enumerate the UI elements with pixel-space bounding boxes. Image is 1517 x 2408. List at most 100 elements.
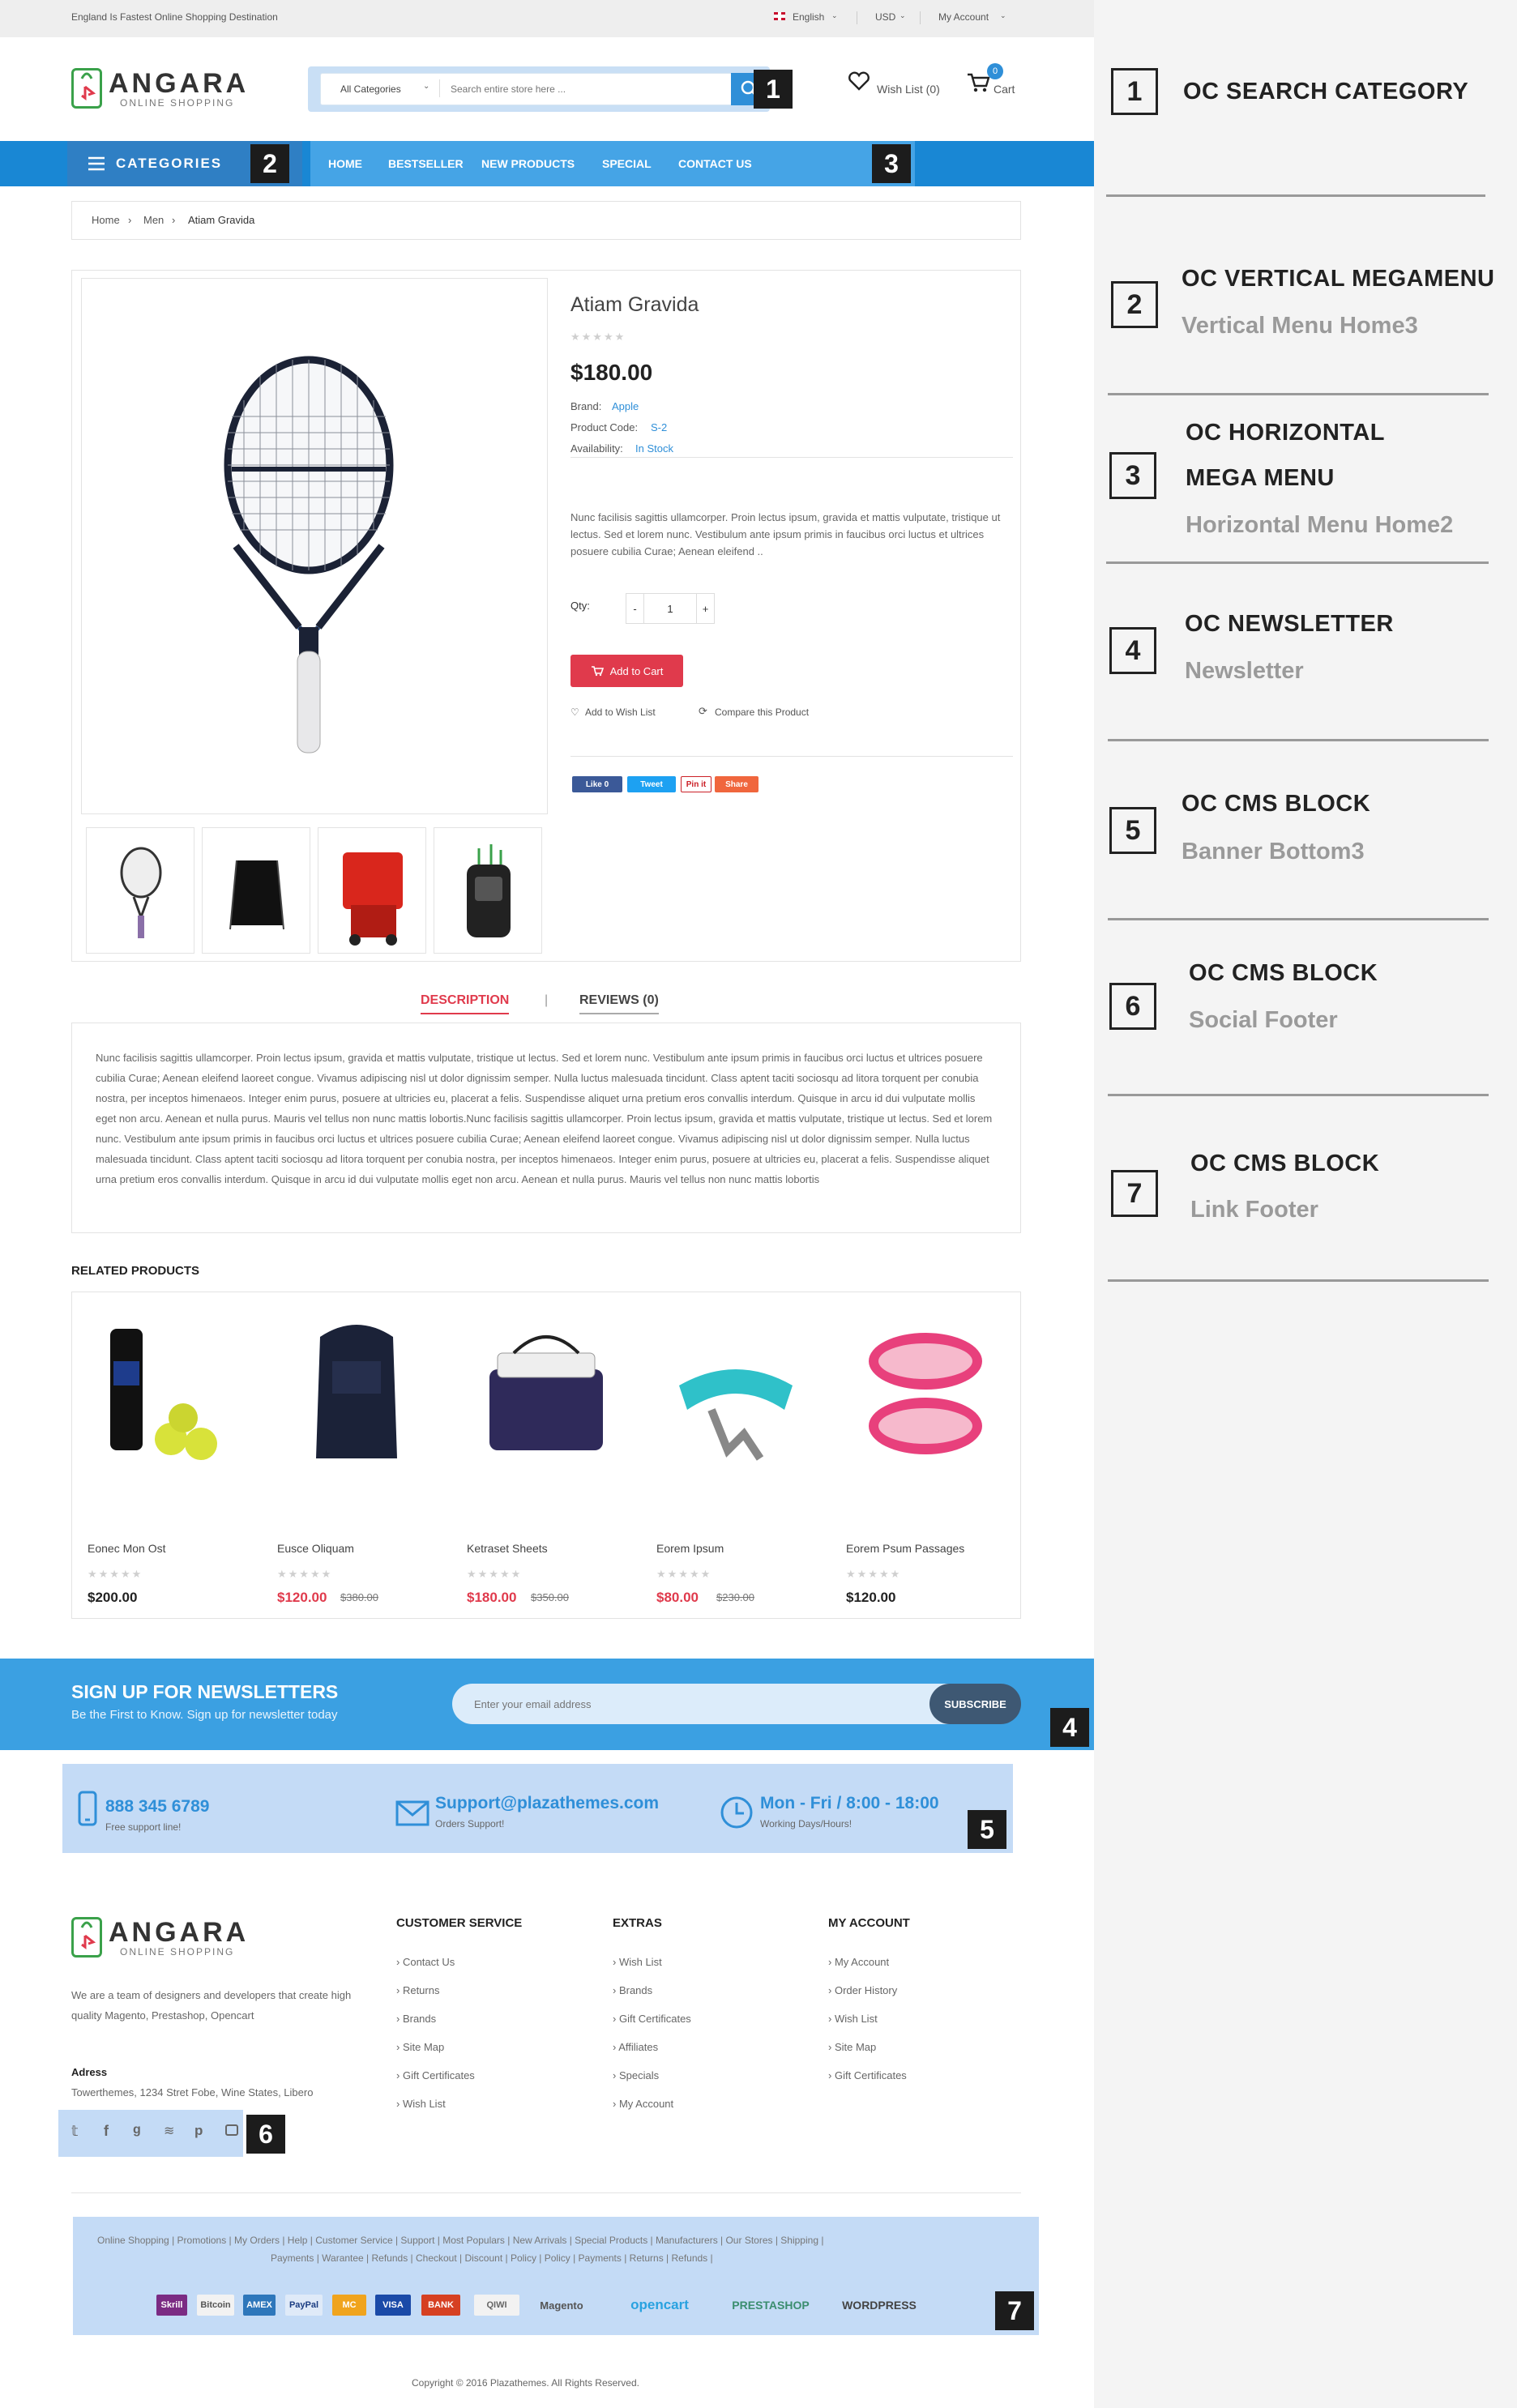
brand-label: Brand:	[570, 400, 602, 412]
subscribe-button[interactable]: SUBSCRIBE	[929, 1684, 1021, 1724]
ball-machine-icon	[343, 852, 403, 946]
related-product-name[interactable]: Eonec Mon Ost	[88, 1542, 166, 1555]
footer-link[interactable]: › Gift Certificates	[828, 2069, 907, 2081]
related-product-image[interactable]	[276, 1313, 438, 1475]
account-menu[interactable]: My Account	[938, 11, 989, 23]
nav-contact-us[interactable]: CONTACT US	[678, 157, 752, 170]
related-product-image[interactable]	[844, 1313, 1006, 1475]
google-plus-icon[interactable]: g	[133, 2123, 141, 2137]
cooler-bag-icon	[489, 1335, 603, 1450]
newsletter-email-input[interactable]	[474, 1692, 912, 1716]
footer-column-title: CUSTOMER SERVICE	[396, 1916, 523, 1930]
currency-select[interactable]: USD	[875, 11, 895, 23]
language-select[interactable]: English	[793, 11, 824, 23]
mail-icon	[395, 1800, 429, 1829]
divider	[570, 756, 1013, 757]
cart-icon[interactable]	[966, 71, 990, 96]
related-product-image[interactable]	[465, 1313, 627, 1475]
chevron-down-icon: ⌄	[831, 11, 838, 19]
logo-title[interactable]: ANGARA	[109, 68, 249, 100]
footer-link[interactable]: › Affiliates	[613, 2041, 658, 2053]
qiwi-logo: QIWI	[474, 2295, 519, 2316]
address-text: Towerthemes, 1234 Stret Fobe, Wine State…	[71, 2086, 314, 2098]
chevron-down-icon: ⌄	[423, 82, 430, 91]
amex-logo: AMEX	[243, 2295, 276, 2316]
pin-button[interactable]: Pin it	[681, 776, 711, 792]
footer-link[interactable]: › Brands	[396, 2013, 436, 2025]
related-product-name[interactable]: Eorem Ipsum	[656, 1542, 724, 1555]
share-button[interactable]: Share	[715, 776, 758, 792]
related-product-image[interactable]	[655, 1313, 817, 1475]
annotation-badge-3: 3	[872, 144, 911, 183]
nav-bestseller[interactable]: BESTSELLER	[388, 157, 464, 170]
rss-icon[interactable]: ≋	[164, 2123, 174, 2139]
tweet-button[interactable]: Tweet	[627, 776, 676, 792]
product-thumbnail[interactable]	[318, 827, 426, 954]
nav-home[interactable]: HOME	[328, 157, 362, 170]
footer-link[interactable]: › Wish List	[396, 2098, 446, 2110]
related-product-image[interactable]	[88, 1313, 250, 1475]
pinterest-icon[interactable]: p	[194, 2123, 203, 2139]
rating-stars: ★★★★★	[656, 1568, 712, 1580]
tab-reviews[interactable]: REVIEWS (0)	[579, 993, 659, 1014]
qty-input[interactable]: 1	[644, 594, 696, 623]
prestashop-logo: PRESTASHOP	[732, 2299, 810, 2312]
footer-link[interactable]: › Returns	[396, 1984, 439, 1996]
support-email[interactable]: Support@plazathemes.com	[435, 1794, 659, 1813]
facebook-icon[interactable]: f	[104, 2123, 109, 2140]
logo-subtitle: ONLINE SHOPPING	[120, 97, 235, 109]
add-to-wishlist-link[interactable]: Add to Wish List	[585, 707, 656, 718]
brand-link[interactable]: Apple	[612, 400, 639, 412]
nav-special[interactable]: SPECIAL	[602, 157, 652, 170]
footer-logo-title[interactable]: ANGARA	[109, 1917, 249, 1949]
mastercard-logo: MC	[332, 2295, 366, 2316]
qty-decrease-button[interactable]: -	[626, 594, 644, 623]
cart-link[interactable]: Cart	[994, 83, 1015, 96]
wishlist-link[interactable]: Wish List (0)	[877, 83, 940, 96]
annotation-number: 2	[1111, 281, 1158, 328]
twitter-icon[interactable]: 𝕥	[71, 2123, 78, 2140]
footer-link[interactable]: › My Account	[828, 1956, 889, 1968]
footer-links-row-2[interactable]: Payments | Warantee | Refunds | Checkout…	[271, 2252, 1000, 2264]
compare-link[interactable]: Compare this Product	[715, 707, 809, 718]
add-to-cart-button[interactable]: Add to Cart	[570, 655, 683, 687]
search-input[interactable]	[451, 78, 718, 100]
footer-link[interactable]: › Site Map	[396, 2041, 444, 2053]
footer-link[interactable]: › Wish List	[613, 1956, 662, 1968]
product-main-image[interactable]	[81, 278, 548, 814]
product-thumbnail[interactable]	[86, 827, 194, 954]
breadcrumb-men[interactable]: Men	[143, 214, 164, 226]
nav-new-products[interactable]: NEW PRODUCTS	[481, 157, 575, 170]
chevron-right-icon: ›	[172, 214, 176, 226]
product-thumbnail[interactable]	[202, 827, 310, 954]
product-thumbnail[interactable]	[434, 827, 542, 954]
support-phone[interactable]: 888 345 6789	[105, 1797, 209, 1817]
qty-increase-button[interactable]: +	[696, 594, 714, 623]
footer-link[interactable]: › Brands	[613, 1984, 652, 1996]
footer-link[interactable]: › Order History	[828, 1984, 897, 1996]
annotation-subtitle: Newsletter	[1185, 658, 1304, 684]
related-product-name[interactable]: Ketraset Sheets	[467, 1542, 548, 1555]
product-price: $180.00	[570, 360, 653, 385]
related-products-title: RELATED PRODUCTS	[71, 1264, 200, 1278]
related-product-name[interactable]: Eusce Oliquam	[277, 1542, 354, 1555]
search-category-select[interactable]: All Categories	[340, 83, 401, 95]
footer-link[interactable]: › Contact Us	[396, 1956, 455, 1968]
footer-link[interactable]: › Specials	[613, 2069, 659, 2081]
divider	[920, 11, 921, 24]
footer-links-row-1[interactable]: Online Shopping | Promotions | My Orders…	[97, 2235, 1005, 2246]
related-product-name[interactable]: Eorem Psum Passages	[846, 1542, 964, 1555]
youtube-icon[interactable]	[225, 2124, 238, 2136]
cart-count-badge: 0	[987, 63, 1003, 79]
footer-link[interactable]: › Gift Certificates	[613, 2013, 691, 2025]
footer-link[interactable]: › Gift Certificates	[396, 2069, 475, 2081]
footer-link[interactable]: › My Account	[613, 2098, 673, 2110]
footer-link[interactable]: › Site Map	[828, 2041, 876, 2053]
facebook-like-button[interactable]: Like 0	[572, 776, 622, 792]
breadcrumb-home[interactable]: Home	[92, 214, 120, 226]
tab-description[interactable]: DESCRIPTION	[421, 993, 510, 1014]
footer-link[interactable]: › Wish List	[828, 2013, 878, 2025]
related-product-old-price: $230.00	[716, 1591, 754, 1603]
annotation-badge-4: 4	[1050, 1708, 1089, 1747]
related-product-price: $120.00	[846, 1590, 896, 1605]
